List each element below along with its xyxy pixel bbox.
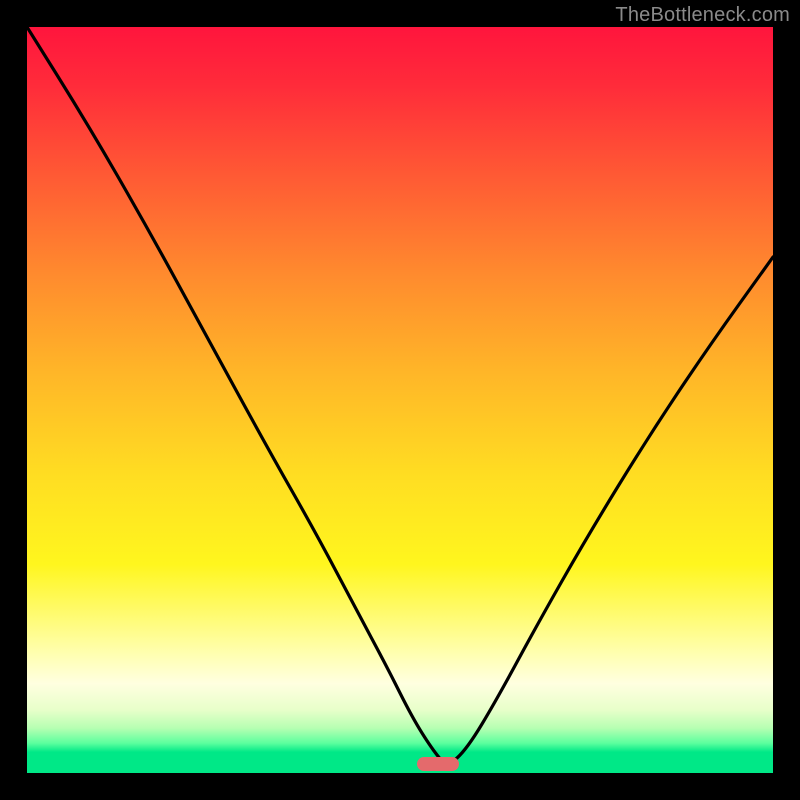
chart-frame: TheBottleneck.com bbox=[0, 0, 800, 800]
watermark-text: TheBottleneck.com bbox=[615, 4, 790, 27]
bottleneck-curve bbox=[27, 27, 773, 773]
plot-area bbox=[27, 27, 773, 773]
optimal-marker bbox=[417, 757, 459, 771]
